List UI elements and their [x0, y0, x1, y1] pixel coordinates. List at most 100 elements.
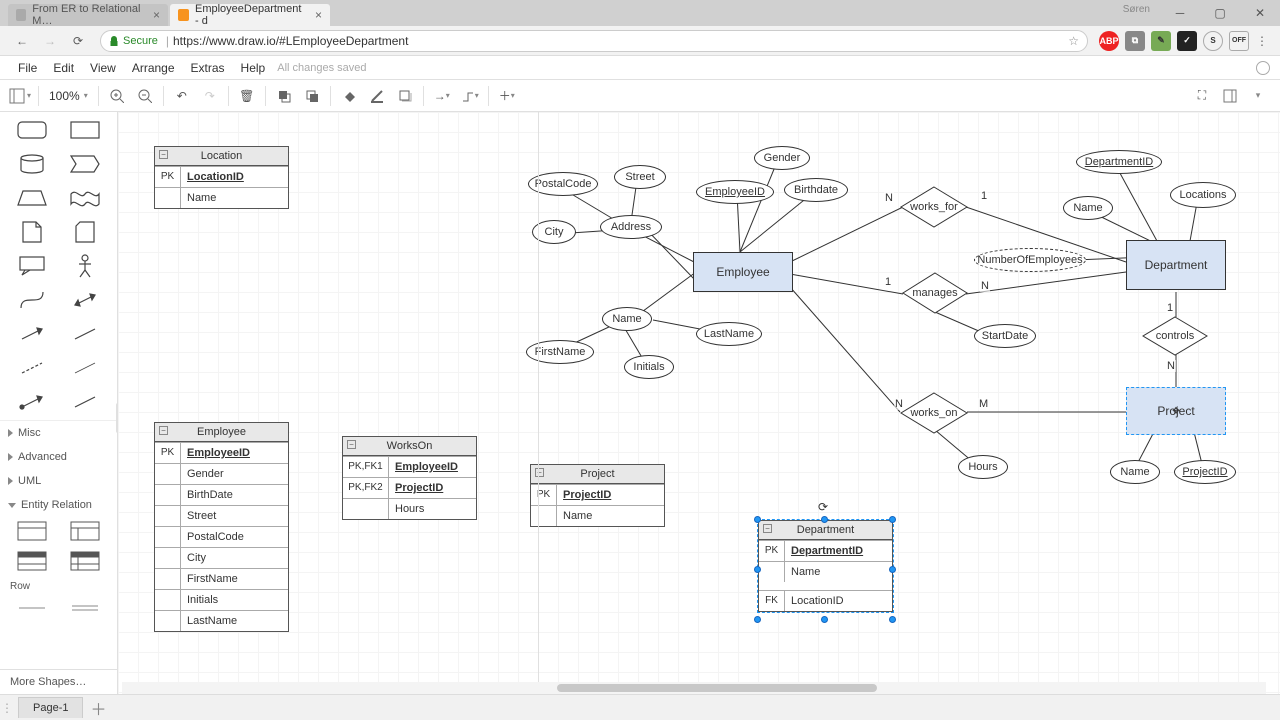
url-input[interactable]: Secure | https://www.draw.io/#LEmployeeD… — [100, 30, 1088, 52]
attr-postalcode[interactable]: PostalCode — [528, 172, 598, 196]
fill-color-icon[interactable] — [336, 83, 362, 109]
profile-label[interactable]: Søren — [1123, 4, 1150, 15]
ext-abp-icon[interactable]: ABP — [1099, 31, 1119, 51]
menu-view[interactable]: View — [82, 61, 124, 75]
attr-departmentid[interactable]: DepartmentID — [1076, 150, 1162, 174]
shape-actor[interactable] — [62, 252, 110, 280]
zoom-in-icon[interactable] — [104, 83, 130, 109]
table-employee[interactable]: −Employee PKEmployeeID Gender BirthDate … — [154, 422, 289, 632]
attr-lastname[interactable]: LastName — [696, 322, 762, 346]
table-project[interactable]: −Project PKProjectID Name — [530, 464, 665, 527]
selection-handle[interactable] — [821, 516, 828, 523]
attr-name-dept[interactable]: Name — [1063, 196, 1113, 220]
close-icon[interactable]: × — [315, 8, 322, 22]
menu-edit[interactable]: Edit — [45, 61, 82, 75]
redo-icon[interactable]: ↷ — [197, 83, 223, 109]
table-workson[interactable]: −WorksOn PK,FK1EmployeeID PK,FK2ProjectI… — [342, 436, 477, 520]
more-shapes-button[interactable]: More Shapes… — [0, 669, 117, 694]
shape-arrow[interactable] — [8, 320, 56, 348]
collapse-icon[interactable]: − — [535, 468, 544, 477]
back-button[interactable]: ← — [10, 29, 34, 53]
menu-extras[interactable]: Extras — [183, 61, 233, 75]
attr-address[interactable]: Address — [600, 215, 662, 239]
shape-callout[interactable] — [8, 252, 56, 280]
selection-handle[interactable] — [754, 566, 761, 573]
selection-handle[interactable] — [889, 566, 896, 573]
shape-curve[interactable] — [8, 286, 56, 314]
attr-firstname[interactable]: FirstName — [526, 340, 594, 364]
selection-handle[interactable] — [754, 516, 761, 523]
collapse-icon[interactable]: − — [347, 440, 356, 449]
attr-initials[interactable]: Initials — [624, 355, 674, 379]
attr-street[interactable]: Street — [614, 165, 666, 189]
browser-menu-icon[interactable]: ⋮ — [1252, 34, 1272, 48]
selection-handle[interactable] — [889, 616, 896, 623]
er-shape-table-alt[interactable] — [62, 519, 110, 543]
scrollbar-thumb[interactable] — [557, 684, 877, 692]
rel-works-for[interactable]: works_for — [900, 186, 968, 228]
page-menu-icon[interactable]: ⋮ — [0, 701, 14, 715]
rel-manages[interactable]: manages — [902, 272, 968, 314]
attr-startdate[interactable]: StartDate — [974, 324, 1036, 348]
shape-rect-rounded[interactable] — [8, 116, 56, 144]
to-front-icon[interactable] — [271, 83, 297, 109]
line-color-icon[interactable] — [364, 83, 390, 109]
ext-icon-4[interactable]: S — [1203, 31, 1223, 51]
zoom-out-icon[interactable] — [132, 83, 158, 109]
menu-help[interactable]: Help — [233, 61, 274, 75]
menu-file[interactable]: File — [10, 61, 45, 75]
rel-controls[interactable]: controls — [1142, 316, 1208, 356]
fullscreen-icon[interactable]: ⛶ — [1189, 83, 1215, 109]
shape-dashed[interactable] — [8, 354, 56, 382]
entity-department[interactable]: Department — [1126, 240, 1226, 290]
attr-gender[interactable]: Gender — [754, 146, 810, 170]
shape-note[interactable] — [8, 218, 56, 246]
collapse-icon[interactable]: − — [159, 426, 168, 435]
entity-project[interactable]: Project ✥ — [1126, 387, 1226, 435]
ext-icon-5[interactable]: OFF — [1229, 31, 1249, 51]
forward-button[interactable]: → — [38, 29, 62, 53]
selection-handle[interactable] — [821, 616, 828, 623]
reload-button[interactable]: ⟳ — [66, 29, 90, 53]
selection-handle[interactable] — [889, 516, 896, 523]
attr-locations[interactable]: Locations — [1170, 182, 1236, 208]
shape-trapezoid[interactable] — [8, 184, 56, 212]
sidebar-section-uml[interactable]: UML — [0, 469, 117, 493]
attr-projectid[interactable]: ProjectID — [1174, 460, 1236, 484]
ext-icon-2[interactable]: ✎ — [1151, 31, 1171, 51]
er-shape-table-3[interactable] — [8, 549, 56, 573]
maximize-button[interactable]: ▢ — [1200, 0, 1240, 26]
attr-numberofemployees[interactable]: NumberOfEmployees — [974, 248, 1086, 272]
shape-line-plain[interactable] — [62, 388, 110, 416]
attr-name-proj[interactable]: Name — [1110, 460, 1160, 484]
shape-card[interactable] — [62, 218, 110, 246]
attr-hours[interactable]: Hours — [958, 455, 1008, 479]
page-tab-1[interactable]: Page-1 — [18, 697, 83, 718]
collapse-icon[interactable]: ▾ — [1245, 83, 1271, 109]
er-shape-table[interactable] — [8, 519, 56, 543]
ext-icon-1[interactable]: ⧉ — [1125, 31, 1145, 51]
rel-works-on[interactable]: works_on — [900, 392, 968, 434]
entity-employee[interactable]: Employee — [693, 252, 793, 292]
shape-rect[interactable] — [62, 116, 110, 144]
er-row-label[interactable]: Row — [0, 579, 117, 594]
collapse-icon[interactable]: − — [763, 524, 772, 533]
sidebar-section-er[interactable]: Entity Relation — [0, 493, 117, 517]
shape-step[interactable] — [62, 150, 110, 178]
er-shape-divider[interactable] — [8, 596, 56, 620]
diagram-canvas[interactable]: −Location PKLocationID Name −Employee PK… — [118, 112, 1280, 694]
view-dropdown[interactable]: ▾ — [7, 83, 33, 109]
er-shape-divider-2[interactable] — [62, 596, 110, 620]
add-page-button[interactable]: ＋ — [87, 697, 109, 719]
shadow-icon[interactable] — [392, 83, 418, 109]
sidebar-section-advanced[interactable]: Advanced — [0, 445, 117, 469]
ext-icon-3[interactable]: ✓ — [1177, 31, 1197, 51]
attr-name-emp[interactable]: Name — [602, 307, 652, 331]
browser-tab-0[interactable]: From ER to Relational M… × — [8, 4, 168, 26]
menu-arrange[interactable]: Arrange — [124, 61, 183, 75]
table-location[interactable]: −Location PKLocationID Name — [154, 146, 289, 209]
shape-link-arrow[interactable] — [8, 388, 56, 416]
attr-employeeid[interactable]: EmployeeID — [696, 180, 774, 204]
attr-birthdate[interactable]: Birthdate — [784, 178, 848, 202]
shape-line-diag[interactable] — [62, 320, 110, 348]
